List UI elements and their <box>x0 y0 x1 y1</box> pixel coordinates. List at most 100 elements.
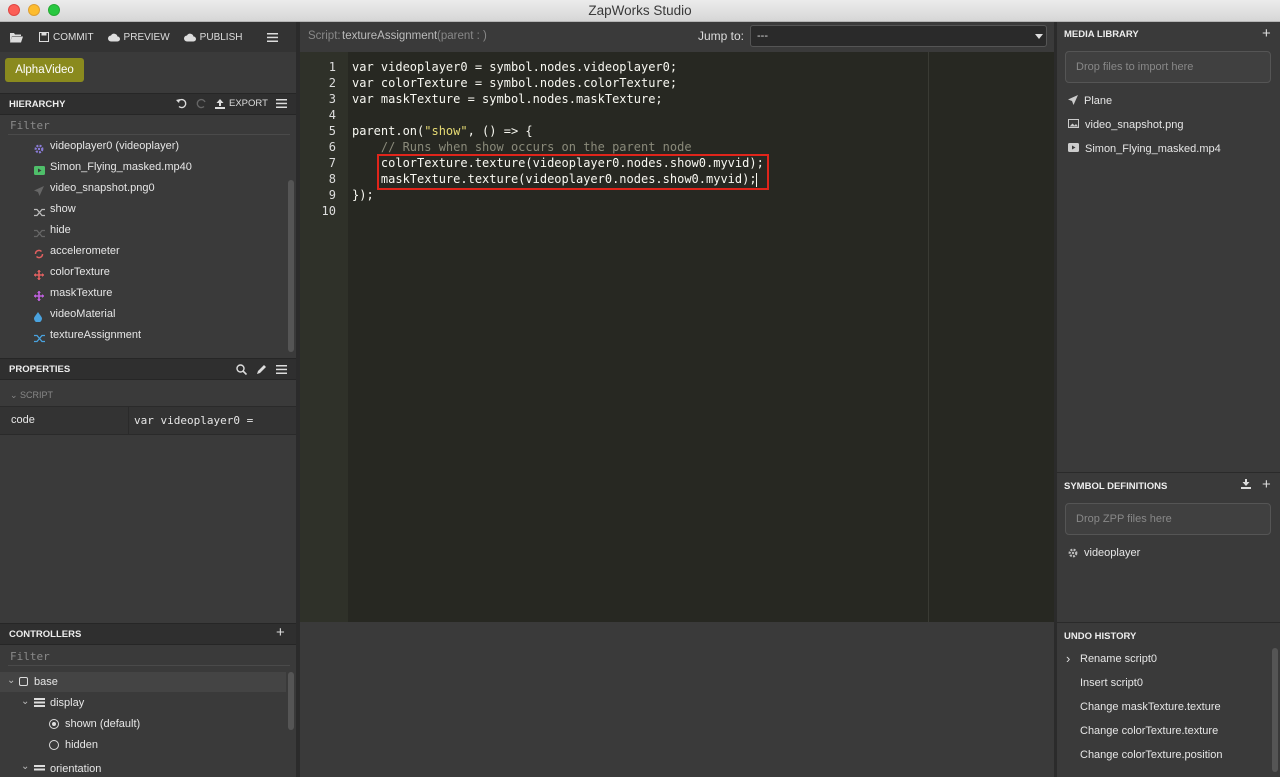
line-number: 10 <box>321 204 336 218</box>
chevron-down-icon[interactable]: ⌄ <box>21 696 29 707</box>
preview-button[interactable]: PREVIEW <box>107 31 170 43</box>
controllers-header: CONTROLLERS <box>0 623 296 645</box>
undo-icon[interactable] <box>176 98 187 109</box>
close-window-button[interactable] <box>8 4 20 16</box>
line-number: 7 <box>328 156 336 170</box>
media-drop-zone[interactable]: Drop files to import here <box>1065 51 1271 83</box>
hierarchy-item-label: videoplayer0 (videoplayer) <box>50 140 180 152</box>
script-section-label: SCRIPT <box>20 390 54 400</box>
line-number: 9 <box>328 188 336 202</box>
shuffle-icon <box>34 330 45 343</box>
jump-to-select[interactable]: --- <box>750 25 1047 47</box>
video-icon <box>34 162 45 175</box>
undo-history-item[interactable]: Change colorTexture.texture <box>1080 725 1218 737</box>
controllers-scrollbar[interactable] <box>288 672 294 730</box>
publish-label: PUBLISH <box>199 31 243 43</box>
move-icon <box>34 267 44 280</box>
maximize-window-button[interactable] <box>48 4 60 16</box>
shuffle-icon <box>34 225 45 238</box>
upload-icon <box>215 98 225 109</box>
state-hidden-label: hidden <box>65 739 99 751</box>
hierarchy-filter-input[interactable]: Filter <box>10 119 50 132</box>
search-icon[interactable] <box>236 364 247 375</box>
hierarchy-item[interactable]: hide <box>34 220 71 240</box>
pencil-icon[interactable] <box>256 364 267 375</box>
hamburger-icon[interactable] <box>276 365 287 374</box>
controller-orientation-label: orientation <box>50 763 102 772</box>
state-hidden-row[interactable]: hidden <box>0 735 286 755</box>
controller-orientation-row[interactable]: ⌄ orientation <box>0 760 286 772</box>
minimize-window-button[interactable] <box>28 4 40 16</box>
print-margin <box>928 52 929 622</box>
divider <box>128 407 129 434</box>
script-name: textureAssignment <box>342 30 438 42</box>
export-button[interactable]: EXPORT <box>215 98 268 109</box>
add-media-icon[interactable]: + <box>1262 25 1271 42</box>
square-icon <box>19 677 28 686</box>
shuffle-icon <box>34 204 45 217</box>
hierarchy-item[interactable]: textureAssignment <box>34 325 141 345</box>
commit-button[interactable]: COMMIT <box>39 32 94 43</box>
download-icon[interactable] <box>1241 479 1251 489</box>
plane-icon <box>1068 94 1078 108</box>
chevron-down-icon[interactable]: ⌄ <box>21 761 29 772</box>
redo-icon[interactable] <box>196 98 207 109</box>
symbol-item-label: videoplayer <box>1084 547 1141 559</box>
media-item[interactable]: Plane <box>1068 93 1112 109</box>
divider <box>1057 622 1280 623</box>
parent-hint: (parent : ) <box>437 30 487 42</box>
hamburger-icon[interactable] <box>276 99 287 108</box>
script-section-toggle[interactable]: ⌄ SCRIPT <box>10 390 53 401</box>
media-item-label: Plane <box>1084 95 1113 107</box>
state-group-icon <box>34 698 45 707</box>
script-prefix: Script: <box>308 30 341 42</box>
media-item[interactable]: video_snapshot.png <box>1068 117 1183 133</box>
divider <box>8 665 290 666</box>
hierarchy-item[interactable]: colorTexture <box>34 262 110 282</box>
hierarchy-scrollbar[interactable] <box>288 180 294 352</box>
undo-scrollbar[interactable] <box>1272 648 1278 772</box>
preview-label: PREVIEW <box>123 31 170 43</box>
controller-display-row[interactable]: ⌄ display <box>0 693 286 713</box>
divider <box>1057 472 1280 473</box>
code-line-1: var videoplayer0 = symbol.nodes.videopla… <box>352 60 678 74</box>
chevron-down-icon[interactable]: ⌄ <box>7 675 15 686</box>
save-icon <box>39 32 49 42</box>
open-folder-button[interactable] <box>10 32 27 43</box>
hierarchy-item-label: colorTexture <box>50 266 110 278</box>
chevron-down-icon: ⌄ <box>10 390 21 400</box>
move-icon <box>34 288 44 301</box>
hierarchy-item[interactable]: video_snapshot.png0 <box>34 178 155 198</box>
jump-to-label: Jump to: <box>698 29 745 43</box>
symbol-item-videoplayer[interactable]: videoplayer <box>1068 545 1140 561</box>
gear-icon <box>1068 548 1078 558</box>
sync-icon <box>34 246 44 259</box>
hierarchy-item[interactable]: show <box>34 199 76 219</box>
zpp-drop-zone[interactable]: Drop ZPP files here <box>1065 503 1271 535</box>
hierarchy-title: HIERARCHY <box>9 99 66 110</box>
project-symbol-button[interactable]: AlphaVideo <box>5 58 84 82</box>
hamburger-icon <box>267 32 278 42</box>
undo-history-item[interactable]: Change maskTexture.texture <box>1080 701 1221 713</box>
state-shown-row[interactable]: shown (default) <box>0 714 286 734</box>
hierarchy-item[interactable]: videoMaterial <box>34 304 115 324</box>
hierarchy-item[interactable]: maskTexture <box>34 283 112 303</box>
controller-base-row[interactable]: ⌄ base <box>0 672 286 692</box>
hierarchy-item[interactable]: Simon_Flying_masked.mp40 <box>34 157 192 177</box>
cloud-upload-icon <box>183 33 196 41</box>
media-item[interactable]: Simon_Flying_masked.mp4 <box>1068 141 1221 157</box>
radio-empty-icon[interactable] <box>49 740 59 750</box>
controllers-filter-input[interactable]: Filter <box>10 650 50 663</box>
controller-display-label: display <box>50 697 85 709</box>
undo-history-item[interactable]: Insert script0 <box>1080 677 1143 689</box>
property-key: code <box>11 414 35 426</box>
add-controller-icon[interactable]: + <box>276 624 285 641</box>
hierarchy-item[interactable]: accelerometer <box>34 241 120 261</box>
undo-history-item[interactable]: Change colorTexture.position <box>1080 749 1222 761</box>
publish-button[interactable]: PUBLISH <box>183 31 243 43</box>
toolbar-menu-button[interactable] <box>267 32 282 42</box>
undo-history-item[interactable]: Rename script0 <box>1080 653 1157 665</box>
add-symbol-icon[interactable]: + <box>1262 476 1271 493</box>
hierarchy-item[interactable]: videoplayer0 (videoplayer) <box>34 136 179 156</box>
property-value-field[interactable]: var videoplayer0 = <box>134 414 253 427</box>
